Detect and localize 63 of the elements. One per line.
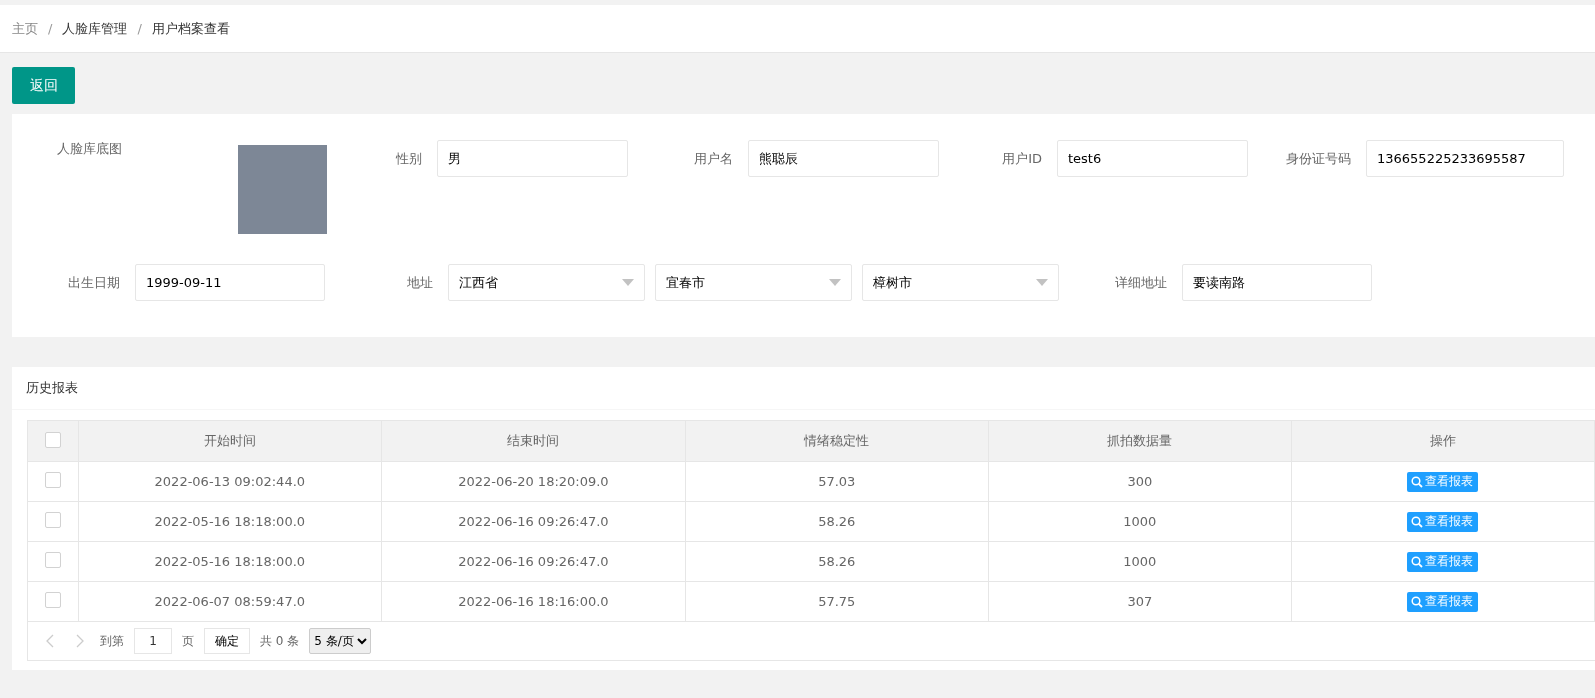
field-label: 身份证号码	[1285, 149, 1352, 168]
caret-icon	[622, 279, 634, 286]
table-cell: 2022-06-16 09:26:47.0	[381, 541, 686, 582]
field-label: 用户名	[693, 149, 734, 168]
field-label: 用户ID	[1001, 149, 1043, 168]
field-label: 详细地址	[1114, 273, 1168, 292]
column-header: 情绪稳定性	[685, 420, 989, 462]
breadcrumb-separator: /	[137, 21, 142, 36]
pager-label: 到第	[100, 632, 124, 650]
column-header: 操作	[1291, 420, 1595, 462]
caret-icon	[1036, 279, 1048, 286]
checkbox[interactable]	[44, 472, 61, 488]
table-cell: 2022-06-16 18:16:00.0	[381, 581, 686, 622]
total-count: 共 0 条	[260, 632, 300, 650]
back-button[interactable]: 返回	[12, 67, 75, 104]
table-cell: 57.03	[685, 461, 989, 502]
page-field[interactable]: 1	[134, 628, 172, 654]
table-cell: 58.26	[685, 501, 989, 542]
table-cell: 57.75	[685, 581, 989, 622]
field-label: 出生日期	[67, 273, 121, 292]
section-title: 历史报表	[12, 367, 1595, 410]
table-cell: 307	[988, 581, 1292, 622]
checkbox[interactable]	[44, 431, 61, 448]
text-field[interactable]: 要读南路	[1182, 264, 1372, 301]
text-field[interactable]: 男	[437, 140, 628, 177]
search-icon	[1411, 475, 1424, 488]
table-cell: 2022-05-16 18:18:00.0	[78, 501, 382, 542]
table-cell: 1000	[988, 541, 1292, 582]
field-label: 性别	[395, 149, 423, 168]
breadcrumb-link[interactable]: 人脸库管理	[62, 19, 128, 38]
table-cell: 300	[988, 461, 1292, 502]
search-icon	[1411, 595, 1424, 608]
text-field[interactable]: test6	[1057, 140, 1248, 177]
dropdown-select[interactable]: 樟树市	[862, 264, 1059, 301]
text-field[interactable]: 熊聪辰	[748, 140, 939, 177]
field-label: 人脸库底图	[56, 140, 122, 158]
page-size-select[interactable]: 5 条/页	[309, 628, 372, 654]
column-header: 开始时间	[78, 420, 382, 462]
table-cell: 2022-05-16 18:18:00.0	[78, 541, 382, 582]
checkbox[interactable]	[44, 592, 61, 608]
search-icon	[1411, 515, 1424, 528]
dropdown-select[interactable]: 宜春市	[655, 264, 852, 301]
column-header: 抓拍数据量	[988, 420, 1292, 462]
checkbox[interactable]	[44, 552, 61, 568]
search-icon	[1411, 555, 1424, 568]
confirm-button[interactable]: 确定	[204, 628, 250, 654]
table-cell: 1000	[988, 501, 1292, 542]
dropdown-select[interactable]: 江西省	[448, 264, 645, 301]
table-cell: 58.26	[685, 541, 989, 582]
breadcrumb-separator: /	[48, 21, 53, 36]
column-header: 结束时间	[381, 420, 686, 462]
breadcrumb-link[interactable]: 主页	[12, 19, 38, 38]
pager-label: 页	[182, 632, 194, 650]
table-cell: 2022-06-07 08:59:47.0	[78, 581, 382, 622]
breadcrumb-link[interactable]: 用户档案查看	[151, 19, 230, 38]
table-cell: 2022-06-13 09:02:44.0	[78, 461, 382, 502]
field-label: 地址	[406, 273, 434, 292]
table-cell: 2022-06-20 18:20:09.0	[381, 461, 686, 502]
date-field[interactable]: 1999-09-11	[135, 264, 325, 301]
table-cell: 2022-06-16 09:26:47.0	[381, 501, 686, 542]
text-field[interactable]: 136655225233695587	[1366, 140, 1564, 177]
checkbox[interactable]	[44, 512, 61, 528]
caret-icon	[829, 279, 841, 286]
